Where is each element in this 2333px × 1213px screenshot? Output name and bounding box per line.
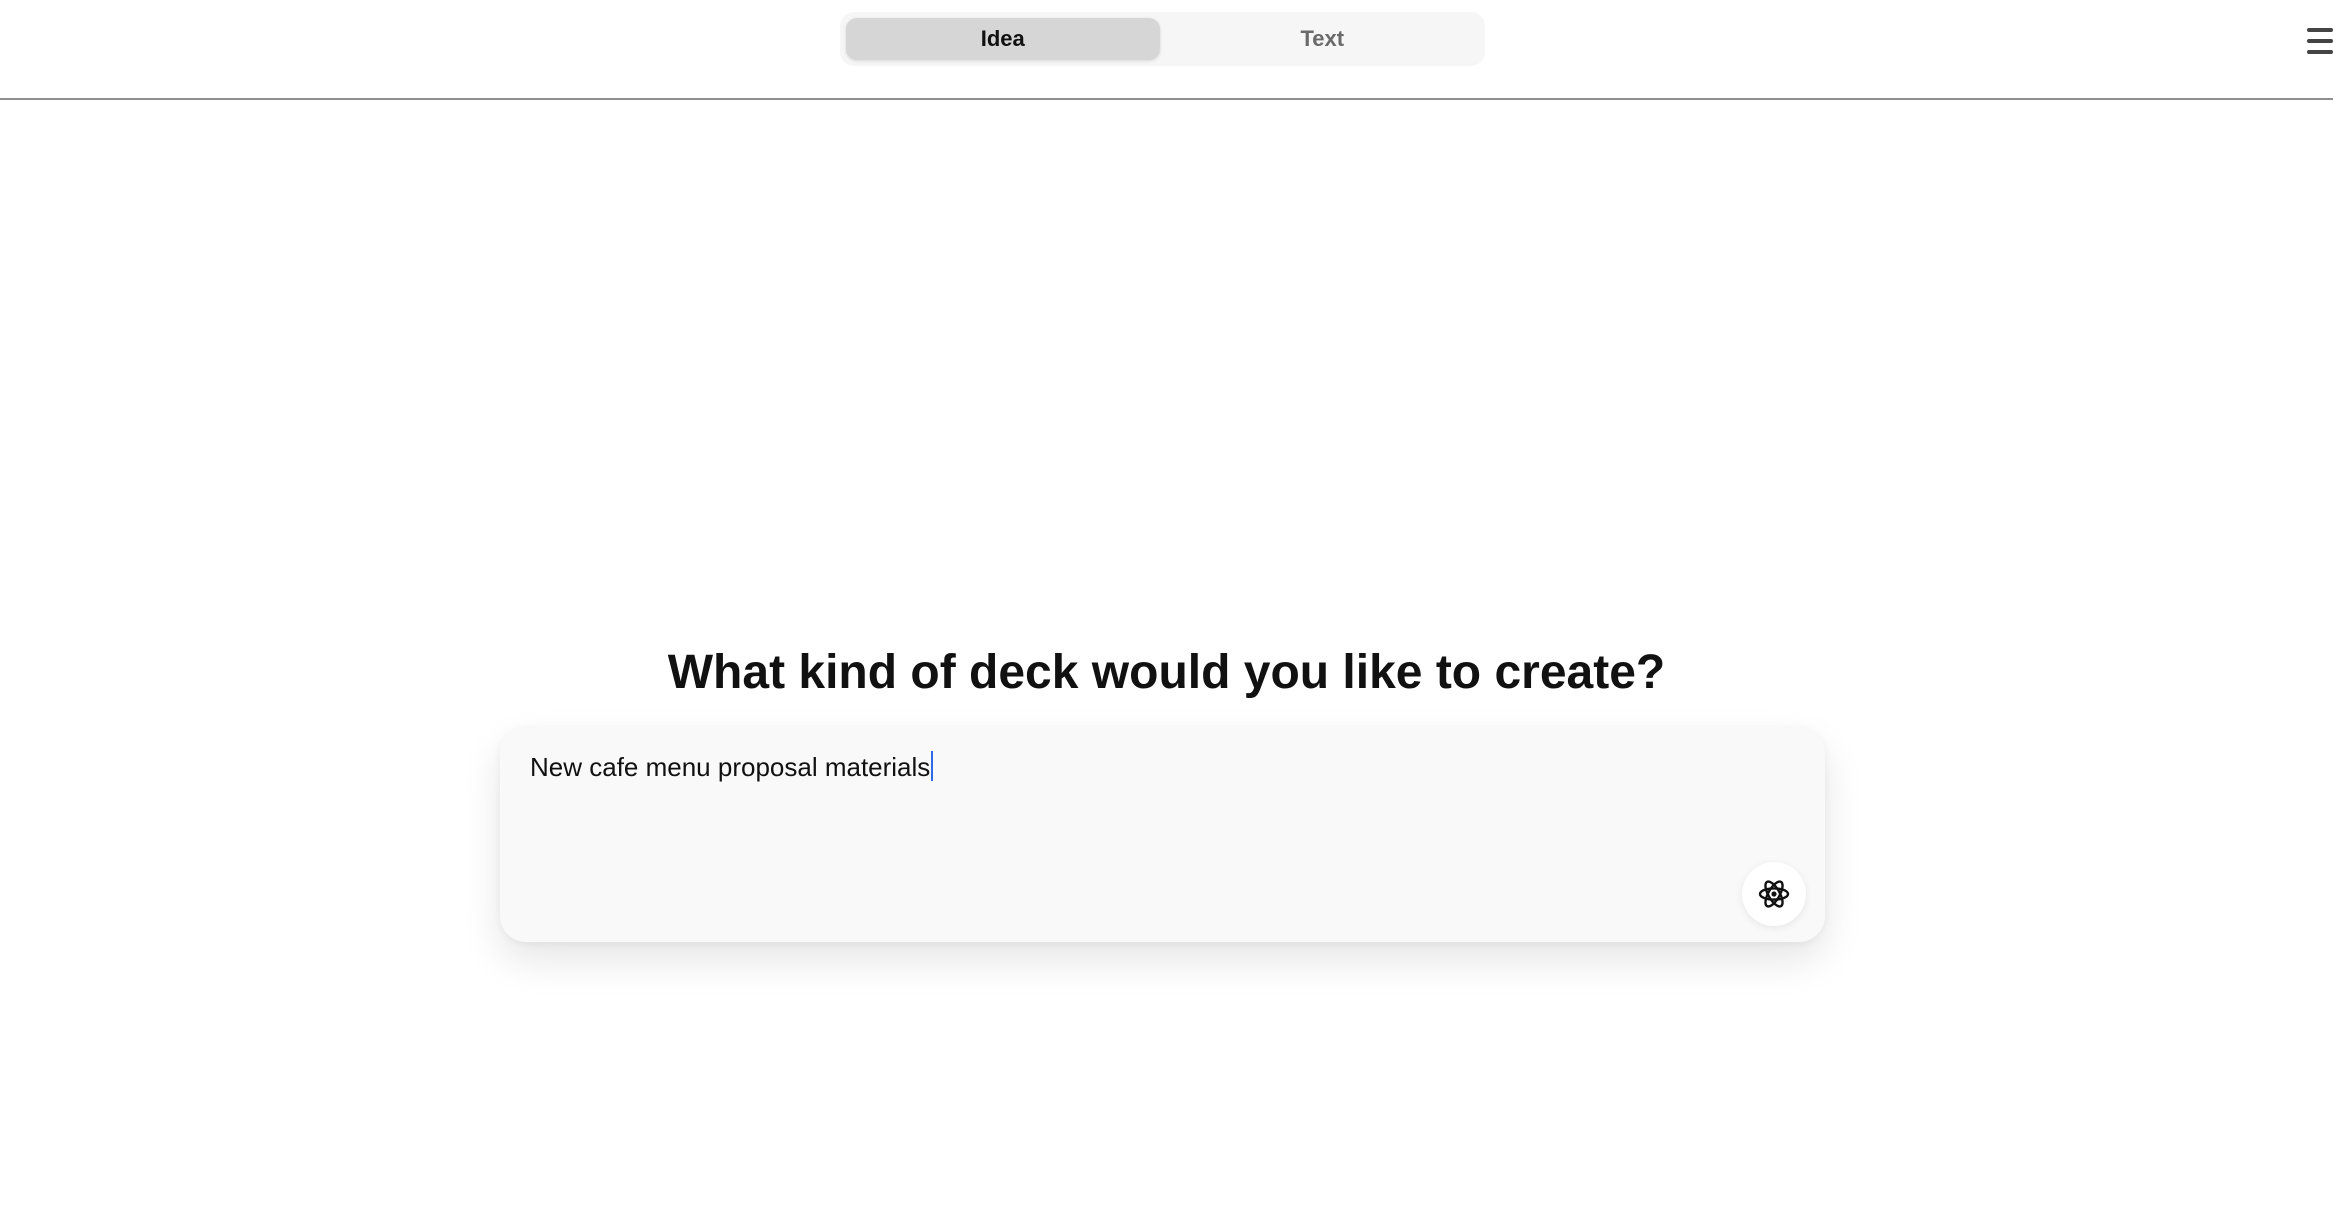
page: Idea Text What kind of deck would you li… <box>0 0 2333 1213</box>
page-title: What kind of deck would you like to crea… <box>667 646 1666 699</box>
mode-toggle: Idea Text <box>840 12 1485 66</box>
top-bar: Idea Text <box>0 0 2333 100</box>
tab-text[interactable]: Text <box>1166 18 1480 60</box>
text-caret <box>931 751 934 781</box>
tab-idea[interactable]: Idea <box>846 18 1160 60</box>
prompt-card: New cafe menu proposal materials <box>500 727 1825 942</box>
generate-button[interactable] <box>1742 862 1806 926</box>
prompt-input[interactable]: New cafe menu proposal materials <box>530 747 934 787</box>
tab-text-label: Text <box>1300 26 1345 51</box>
atom-icon <box>1758 880 1790 908</box>
tab-idea-label: Idea <box>980 26 1025 51</box>
prompt-input-value: New cafe menu proposal materials <box>530 752 931 782</box>
hamburger-menu-icon[interactable] <box>2303 24 2333 58</box>
